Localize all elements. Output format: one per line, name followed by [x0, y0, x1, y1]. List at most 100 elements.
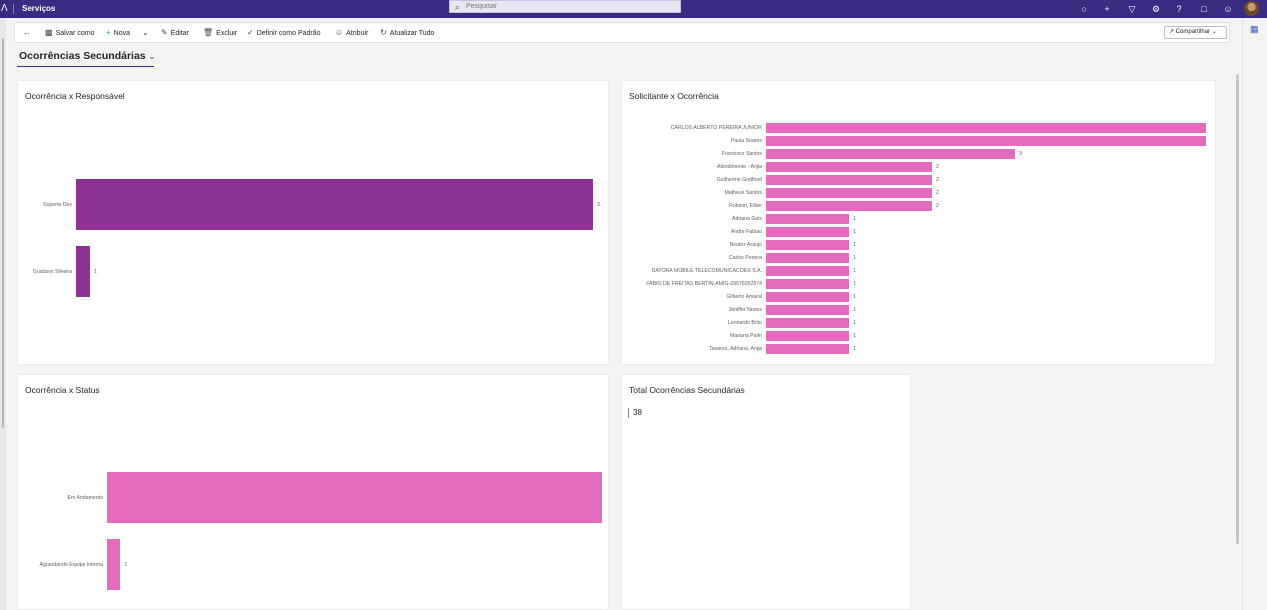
left-scrollbar[interactable] [2, 38, 4, 428]
search-box[interactable]: ⌕ [449, 0, 681, 13]
kpi-value: 38 [633, 408, 642, 417]
value-label: 1 [853, 216, 856, 222]
refresh-all-label: Atualizar Tudo [389, 30, 435, 37]
chart-bar[interactable] [766, 201, 933, 211]
category-label: Leonardo Brito [727, 320, 762, 326]
category-label: Carlos Pereira [728, 255, 762, 261]
value-label: 1 [853, 268, 856, 274]
edit-button[interactable]: ✎ Editar [161, 23, 189, 42]
trash-icon: 🗑︎ [203, 28, 214, 37]
chart-bar[interactable] [766, 188, 933, 198]
category-label: Guilherme Godfried [716, 177, 762, 183]
category-label: Beatriz Araujo [729, 242, 762, 248]
category-label: Paula Soares [730, 138, 762, 144]
new-label: Nova [113, 30, 131, 37]
back-arrow-icon: ← [23, 28, 31, 37]
chevron-down-icon: ⌄ [148, 52, 156, 61]
value-label: 1 [853, 294, 856, 300]
card-total: Total Ocorrências Secundárias [621, 374, 911, 610]
value-label: 2 [936, 190, 939, 196]
help-icon[interactable]: ? [1172, 0, 1186, 18]
chart-bar[interactable] [766, 227, 850, 237]
value-label: 1 [853, 333, 856, 339]
delete-button[interactable]: 🗑︎ Excluir [203, 23, 237, 42]
new-dropdown-button[interactable]: ⌄ [142, 23, 152, 42]
chart-bar[interactable] [766, 123, 1206, 133]
category-label: Suporte Dev [43, 201, 72, 208]
chart-bar[interactable] [766, 331, 850, 341]
value-label: 1 [853, 255, 856, 261]
search-input[interactable] [466, 1, 666, 12]
left-nav-strip [0, 18, 6, 610]
chart-bar[interactable] [766, 279, 850, 289]
category-label: DATORA MOBILE TELECOMUNICACOES S.A. [651, 268, 762, 274]
chart-bar[interactable] [766, 240, 850, 250]
chevron-down-icon: ⌄ [1210, 29, 1217, 35]
smiley-icon[interactable]: ☺ [1221, 0, 1235, 18]
person-icon: ☺ [335, 28, 344, 37]
value-label: 2 [936, 203, 939, 209]
card-title: Solicitante x Ocorrência [629, 91, 719, 101]
category-label: Em Andamento [67, 494, 103, 501]
chart-bar[interactable] [766, 305, 850, 315]
app-title[interactable]: Serviços [22, 0, 55, 18]
kpi-accent [628, 408, 629, 418]
chart-bar[interactable] [107, 539, 121, 590]
delete-label: Excluir [216, 30, 238, 37]
feedback-icon[interactable]: □ [1197, 0, 1211, 18]
chart-bar[interactable] [766, 175, 933, 185]
value-label: 1 [853, 229, 856, 235]
save-icon: ▩ [45, 28, 53, 37]
value-label: 1 [853, 346, 856, 352]
value-label: 3. [597, 201, 602, 208]
share-icon: ↗ [1169, 29, 1176, 35]
edit-label: Editar [170, 30, 189, 37]
chart-bar[interactable] [766, 136, 1206, 146]
plus-icon: + [106, 28, 111, 37]
card-title: Ocorrência x Status [25, 385, 100, 395]
refresh-icon: ↻ [380, 28, 387, 37]
category-label: Andre Fabiao [730, 229, 762, 235]
share-label: Compartilhar [1175, 29, 1211, 35]
chart-bar[interactable] [766, 266, 850, 276]
chevron-down-icon: ⌄ [142, 28, 149, 37]
share-button[interactable]: ↗ Compartilhar ⌄ [1164, 26, 1227, 39]
chart-bar[interactable] [766, 149, 1016, 159]
chart-bar[interactable] [76, 246, 90, 297]
chart-bar[interactable] [76, 179, 593, 230]
back-button[interactable]: ← [23, 23, 34, 42]
category-label: FABIO DE FREITAS BERTIN-AMIG-29576052874 [646, 281, 762, 287]
dashboard-selector[interactable]: Ocorrências Secundárias ⌄ [19, 50, 155, 62]
chart-bar[interactable] [766, 214, 850, 224]
refresh-all-button[interactable]: ↻ Atualizar Tudo [380, 23, 434, 42]
chart-bar[interactable] [107, 472, 602, 523]
dashboard-scrollbar[interactable] [1236, 74, 1239, 544]
chart-bar[interactable] [766, 318, 850, 328]
category-label: Matheus Santos [724, 190, 763, 196]
lightbulb-icon[interactable]: ○ [1077, 0, 1091, 18]
category-label: Robson, Elber [729, 203, 762, 209]
save-as-label: Salvar como [55, 30, 95, 37]
category-label: Gilberto Amaral [726, 294, 762, 300]
set-default-button[interactable]: ✓ Definir como Padrão [247, 23, 321, 42]
app-launcher-icon[interactable]: Λ [0, 0, 10, 18]
value-label: 1 [853, 320, 856, 326]
plus-icon[interactable]: + [1100, 0, 1114, 18]
value-label: 1 [853, 242, 856, 248]
save-as-button[interactable]: ▩ Salvar como [45, 23, 94, 42]
chart-bar[interactable] [766, 344, 850, 354]
avatar[interactable] [1244, 1, 1259, 16]
value-label: 1 [93, 268, 97, 275]
chart-bar[interactable] [766, 162, 933, 172]
new-button[interactable]: + Nova [106, 23, 130, 42]
card-title: Total Ocorrências Secundárias [629, 385, 745, 395]
chart-bar[interactable] [766, 253, 850, 263]
pencil-icon: ✎ [161, 28, 168, 37]
settings-icon[interactable]: ⚙ [1149, 0, 1163, 18]
right-side-pane: ▦ [1242, 18, 1267, 610]
category-label: CARLOS ALBERTO PEREIRA JUNIOR [670, 125, 762, 131]
assign-button[interactable]: ☺ Atribuir [335, 23, 368, 42]
chart-bar[interactable] [766, 292, 850, 302]
copilot-icon[interactable]: ▦ [1250, 24, 1259, 35]
filter-icon[interactable]: ▽ [1125, 0, 1139, 18]
